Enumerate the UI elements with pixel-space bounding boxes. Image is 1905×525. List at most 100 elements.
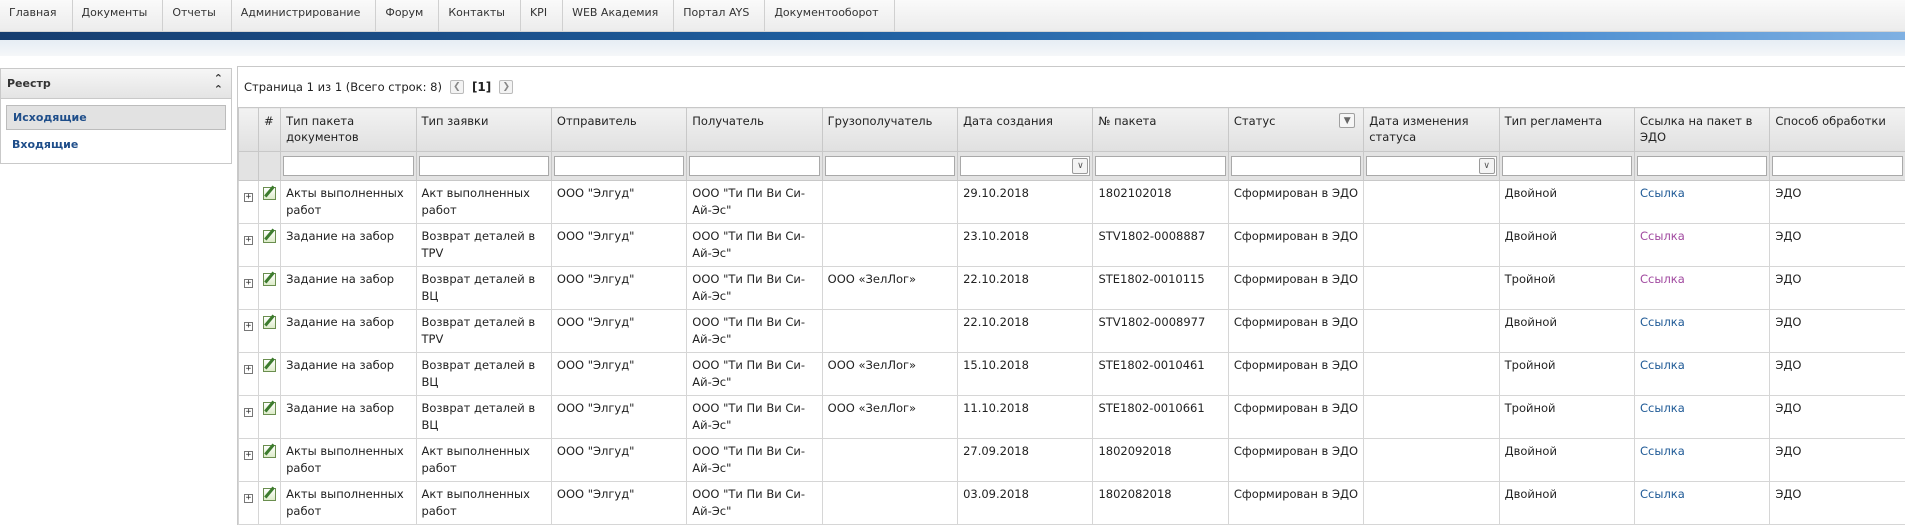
pager: Страница 1 из 1 (Всего строк: 8) ❮ [1] ❯ (238, 67, 1905, 107)
cell-package-type: Задание на забор (280, 266, 417, 310)
registry-grid-panel: Страница 1 из 1 (Всего строк: 8) ❮ [1] ❯… (237, 66, 1905, 525)
sidebar-item-incoming[interactable]: Входящие (6, 132, 226, 157)
expand-plus-icon[interactable]: + (244, 408, 254, 417)
edit-icon[interactable] (263, 187, 277, 200)
filter-package-type-input[interactable] (283, 156, 414, 176)
expand-plus-icon[interactable]: + (244, 451, 254, 460)
expand-cell: + (237, 352, 260, 396)
cell-status-changed (1363, 309, 1500, 353)
table-row[interactable]: + Задание на забор Возврат деталей в ВЦ ООО… (237, 352, 1905, 396)
cell-consignee: ООО «ЗелЛог» (821, 266, 959, 310)
edo-link[interactable]: Ссылка (1640, 487, 1685, 501)
expand-plus-icon[interactable]: + (244, 279, 254, 288)
cell-recipient: ООО "Ти Пи Ви Си-Ай-Эс" (686, 266, 823, 310)
edo-link[interactable]: Ссылка (1640, 315, 1685, 329)
filter-status-changed-input[interactable]: ∨ (1366, 156, 1497, 176)
table-row[interactable]: + Задание на забор Возврат деталей в TPV ОО… (237, 309, 1905, 353)
filter-package-number-input[interactable] (1095, 156, 1226, 176)
nav-document-flow[interactable]: Документооборот (765, 0, 895, 31)
filter-regulation-input[interactable] (1501, 156, 1633, 176)
sidebar-registry: Реестр ⌃ ⌃ Исходящие Входящие (0, 68, 232, 164)
edit-icon[interactable] (263, 273, 277, 286)
header-package-type[interactable]: Тип пакета документов (280, 107, 417, 152)
expand-plus-icon[interactable]: + (244, 236, 254, 245)
filter-edo-link-input[interactable] (1637, 156, 1768, 176)
cell-edo-link: Ссылка (1634, 352, 1771, 396)
nav-kpi[interactable]: KPI (521, 0, 564, 31)
cell-request-type: Возврат деталей в ВЦ (415, 395, 552, 439)
filter-created-date-input[interactable]: ∨ (960, 156, 1091, 176)
filter-method-input[interactable] (1772, 156, 1903, 176)
expand-cell: + (237, 180, 260, 224)
header-regulation-type[interactable]: Тип регламента (1498, 107, 1636, 152)
edit-cell (258, 395, 282, 439)
header-num[interactable]: # (258, 107, 282, 152)
header-status-changed[interactable]: Дата изменения статуса (1363, 107, 1500, 152)
filter-sender-input[interactable] (553, 156, 685, 176)
header-consignee[interactable]: Грузополучатель (821, 107, 959, 152)
filter-menu-icon[interactable]: ▼ (1339, 113, 1356, 128)
chevron-down-icon[interactable]: ∨ (1072, 158, 1089, 174)
edit-icon[interactable] (263, 359, 277, 372)
header-status[interactable]: Статус ▼ (1227, 107, 1365, 152)
table-row[interactable]: + Акты выполненных работ Акт выполненных р… (237, 180, 1905, 224)
edo-link[interactable]: Ссылка (1640, 401, 1685, 415)
expand-plus-icon[interactable]: + (244, 193, 254, 202)
nav-home[interactable]: Главная (0, 0, 73, 31)
edit-icon[interactable] (263, 316, 277, 329)
nav-reports[interactable]: Отчеты (163, 0, 232, 31)
filter-status-input[interactable] (1230, 156, 1362, 176)
cell-package-type: Акты выполненных работ (280, 481, 417, 525)
edit-icon[interactable] (263, 445, 277, 458)
table-row[interactable]: + Задание на забор Возврат деталей в TPV ОО… (237, 223, 1905, 267)
edit-cell (258, 180, 282, 224)
sidebar-item-outgoing[interactable]: Исходящие (6, 105, 226, 130)
filter-request-type-input[interactable] (418, 156, 549, 176)
pager-current-page[interactable]: [1] (472, 80, 491, 94)
edo-link[interactable]: Ссылка (1640, 444, 1685, 458)
nav-administration[interactable]: Администрирование (232, 0, 377, 31)
filter-consignee-input[interactable] (824, 156, 956, 176)
edit-cell (258, 223, 282, 267)
header-recipient[interactable]: Получатель (686, 107, 823, 152)
nav-contacts[interactable]: Контакты (439, 0, 521, 31)
header-request-type[interactable]: Тип заявки (415, 107, 552, 152)
header-created[interactable]: Дата создания (957, 107, 1094, 152)
table-row[interactable]: + Задание на забор Возврат деталей в ВЦ ООО… (237, 395, 1905, 439)
nav-ays-portal[interactable]: Портал AYS (674, 0, 766, 31)
chevron-down-icon[interactable]: ∨ (1478, 158, 1495, 174)
edo-link[interactable]: Ссылка (1640, 272, 1685, 286)
cell-package-type: Акты выполненных работ (280, 438, 417, 482)
filter-empty (237, 151, 260, 181)
table-row[interactable]: + Акты выполненных работ Акт выполненных р… (237, 438, 1905, 482)
header-package-number[interactable]: № пакета (1092, 107, 1229, 152)
chevron-left-icon[interactable]: ❮ (449, 80, 464, 94)
edit-icon[interactable] (263, 488, 277, 501)
nav-documents[interactable]: Документы (73, 0, 164, 31)
filter-recipient-input[interactable] (689, 156, 820, 176)
header-processing-method[interactable]: Способ обработки (1769, 107, 1905, 152)
cell-consignee (821, 180, 959, 224)
cell-package-number: 1802092018 (1092, 438, 1229, 482)
collapse-up-icon[interactable]: ⌃ ⌃ (214, 73, 223, 95)
expand-plus-icon[interactable]: + (244, 365, 254, 374)
nav-web-academy[interactable]: WEB Академия (563, 0, 675, 31)
header-edo-link[interactable]: Ссылка на пакет в ЭДО (1634, 107, 1771, 152)
table-row[interactable]: + Акты выполненных работ Акт выполненных р… (237, 481, 1905, 525)
edo-link[interactable]: Ссылка (1640, 358, 1685, 372)
cell-sender: ООО "Элгуд" (550, 223, 688, 267)
cell-sender: ООО "Элгуд" (550, 352, 688, 396)
expand-cell: + (237, 438, 260, 482)
expand-plus-icon[interactable]: + (244, 494, 254, 503)
table-row[interactable]: + Задание на забор Возврат деталей в ВЦ ООО… (237, 266, 1905, 310)
edit-icon[interactable] (263, 230, 277, 243)
nav-forum[interactable]: Форум (376, 0, 440, 31)
edit-icon[interactable] (263, 402, 277, 415)
cell-status: Сформирован в ЭДО (1227, 352, 1365, 396)
edo-link[interactable]: Ссылка (1640, 229, 1685, 243)
header-sender[interactable]: Отправитель (550, 107, 688, 152)
cell-request-type: Возврат деталей в ВЦ (415, 352, 552, 396)
chevron-right-icon[interactable]: ❯ (499, 80, 514, 94)
expand-plus-icon[interactable]: + (244, 322, 254, 331)
edo-link[interactable]: Ссылка (1640, 186, 1685, 200)
